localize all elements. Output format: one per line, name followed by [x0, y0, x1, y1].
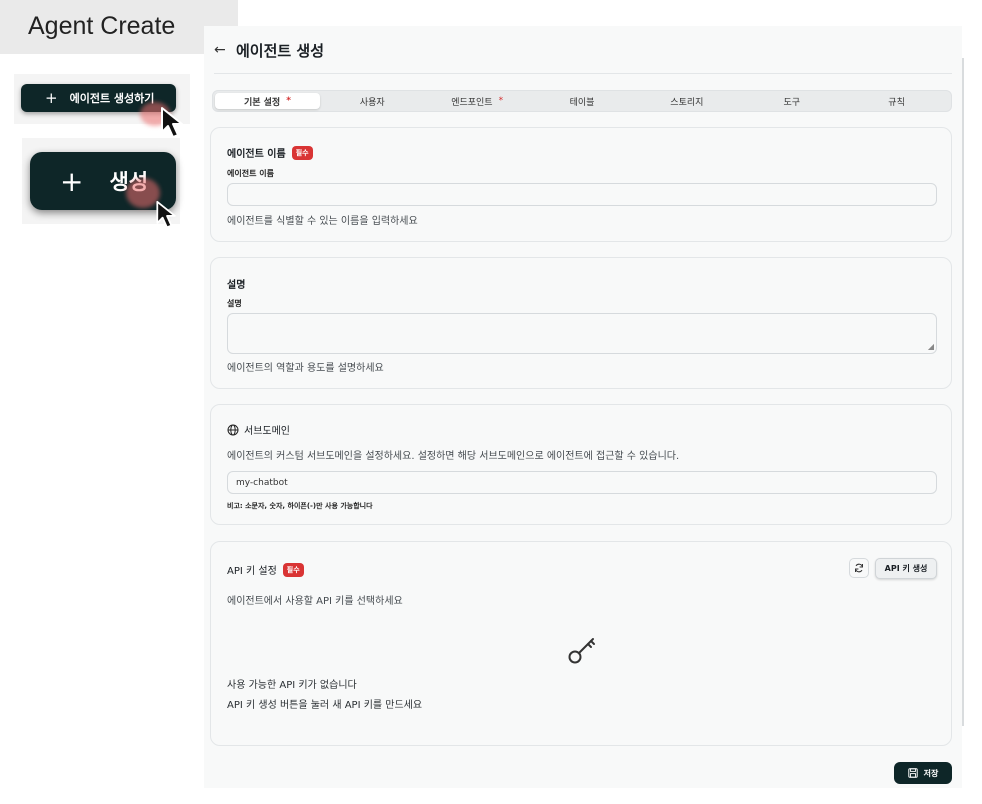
- subdomain-input[interactable]: my-chatbot: [227, 471, 937, 494]
- card-title: API 키 설정 필수: [227, 562, 304, 577]
- tab-endpoints[interactable]: 엔드포인트 *: [425, 93, 530, 109]
- subdomain-note: 비고: 소문자, 숫자, 하이픈(-)만 사용 가능합니다: [227, 502, 373, 510]
- page-title: 에이전트 생성: [236, 42, 325, 60]
- agent-name-label: 에이전트 이름: [227, 169, 274, 178]
- api-key-help: 에이전트에서 사용할 API 키를 선택하세요: [227, 596, 403, 607]
- agent-name-card: 에이전트 이름 필수 에이전트 이름 에이전트를 식별할 수 있는 이름을 입력…: [210, 127, 952, 242]
- card-title-text: 서브도메인: [244, 426, 290, 437]
- description-textarea[interactable]: ◢: [227, 313, 937, 354]
- api-key-card: API 키 설정 필수 API 키 생성 에이전트에서 사용할 API 키를 선…: [210, 541, 952, 746]
- tab-label: 도구: [783, 97, 800, 108]
- subdomain-card: 서브도메인 에이전트의 커스텀 서브도메인을 설정하세요. 설정하면 해당 서브…: [210, 404, 952, 525]
- tab-rules[interactable]: 규칙: [844, 93, 949, 109]
- required-badge: 필수: [291, 145, 313, 160]
- card-title-text: API 키 설정: [227, 566, 277, 577]
- agent-create-panel: ← 에이전트 생성 기본 설정 * 사용자 엔드포인트 * 테이블 스토리지 도구 …: [204, 26, 962, 788]
- tab-label: 스토리지: [670, 97, 704, 108]
- caption-text: Agent Create: [28, 12, 176, 40]
- description-value: [228, 314, 936, 326]
- required-badge: 필수: [282, 562, 304, 577]
- card-title: 서브도메인: [227, 422, 290, 437]
- zoom-callout-large: + 생성: [22, 138, 180, 229]
- agent-name-help: 에이전트를 식별할 수 있는 이름을 입력하세요: [227, 216, 418, 227]
- generate-api-key-button[interactable]: API 키 생성: [875, 558, 937, 579]
- tab-storage[interactable]: 스토리지: [634, 93, 739, 109]
- agent-name-value: [228, 184, 936, 196]
- save-icon: [907, 768, 918, 778]
- plus-icon: +: [45, 89, 58, 107]
- create-agent-button-label: 에이전트 생성하기: [69, 92, 155, 105]
- zoom-callout-small: + 에이전트 생성하기: [14, 74, 190, 138]
- subdomain-help: 에이전트의 커스텀 서브도메인을 설정하세요. 설정하면 해당 서브도메인으로 …: [227, 451, 680, 462]
- key-icon: [568, 638, 595, 664]
- tab-bar: 기본 설정 * 사용자 엔드포인트 * 테이블 스토리지 도구 규칙: [212, 90, 952, 112]
- tab-tables[interactable]: 테이블: [530, 93, 635, 109]
- refresh-button[interactable]: [849, 558, 869, 578]
- tab-label: 엔드포인트: [451, 97, 493, 108]
- description-help: 에이전트의 역할과 용도를 설명하세요: [227, 363, 384, 374]
- subdomain-placeholder: my-chatbot: [236, 478, 288, 488]
- caption-label: Agent Create: [0, 0, 238, 54]
- mouse-cursor-icon: [161, 107, 183, 138]
- panel-scroll-edge: [962, 58, 964, 726]
- save-button[interactable]: 저장: [894, 762, 952, 784]
- card-title-text: 에이전트 이름: [227, 149, 286, 160]
- refresh-icon: [855, 563, 863, 573]
- page-header: ← 에이전트 생성: [214, 40, 952, 74]
- empty-state-title: 사용 가능한 API 키가 없습니다: [227, 680, 357, 691]
- agent-name-input[interactable]: [227, 183, 937, 206]
- required-mark: *: [286, 96, 291, 106]
- empty-state-hint: API 키 생성 버튼을 눌러 새 API 키를 만드세요: [227, 700, 423, 711]
- tab-label: 테이블: [569, 97, 595, 108]
- tab-tools[interactable]: 도구: [739, 93, 844, 109]
- save-button-label: 저장: [923, 768, 939, 778]
- card-title: 설명: [227, 276, 245, 291]
- card-title: 에이전트 이름 필수: [227, 145, 313, 160]
- card-title-text: 설명: [227, 280, 246, 291]
- resize-handle-icon[interactable]: ◢: [928, 343, 934, 351]
- generate-api-key-label: API 키 생성: [884, 564, 928, 573]
- plus-icon: +: [60, 164, 84, 198]
- tab-label: 기본 설정: [243, 97, 281, 108]
- required-mark: *: [498, 96, 504, 106]
- tab-basic-settings[interactable]: 기본 설정 *: [215, 93, 320, 109]
- tab-label: 규칙: [888, 97, 905, 108]
- mouse-cursor-icon: [156, 200, 176, 229]
- globe-icon: [227, 424, 239, 435]
- description-label: 설명: [227, 299, 242, 308]
- back-arrow-icon[interactable]: ←: [214, 42, 236, 58]
- tab-label: 사용자: [359, 97, 385, 108]
- tab-users[interactable]: 사용자: [320, 93, 425, 109]
- description-card: 설명 설명 ◢ 에이전트의 역할과 용도를 설명하세요: [210, 257, 952, 389]
